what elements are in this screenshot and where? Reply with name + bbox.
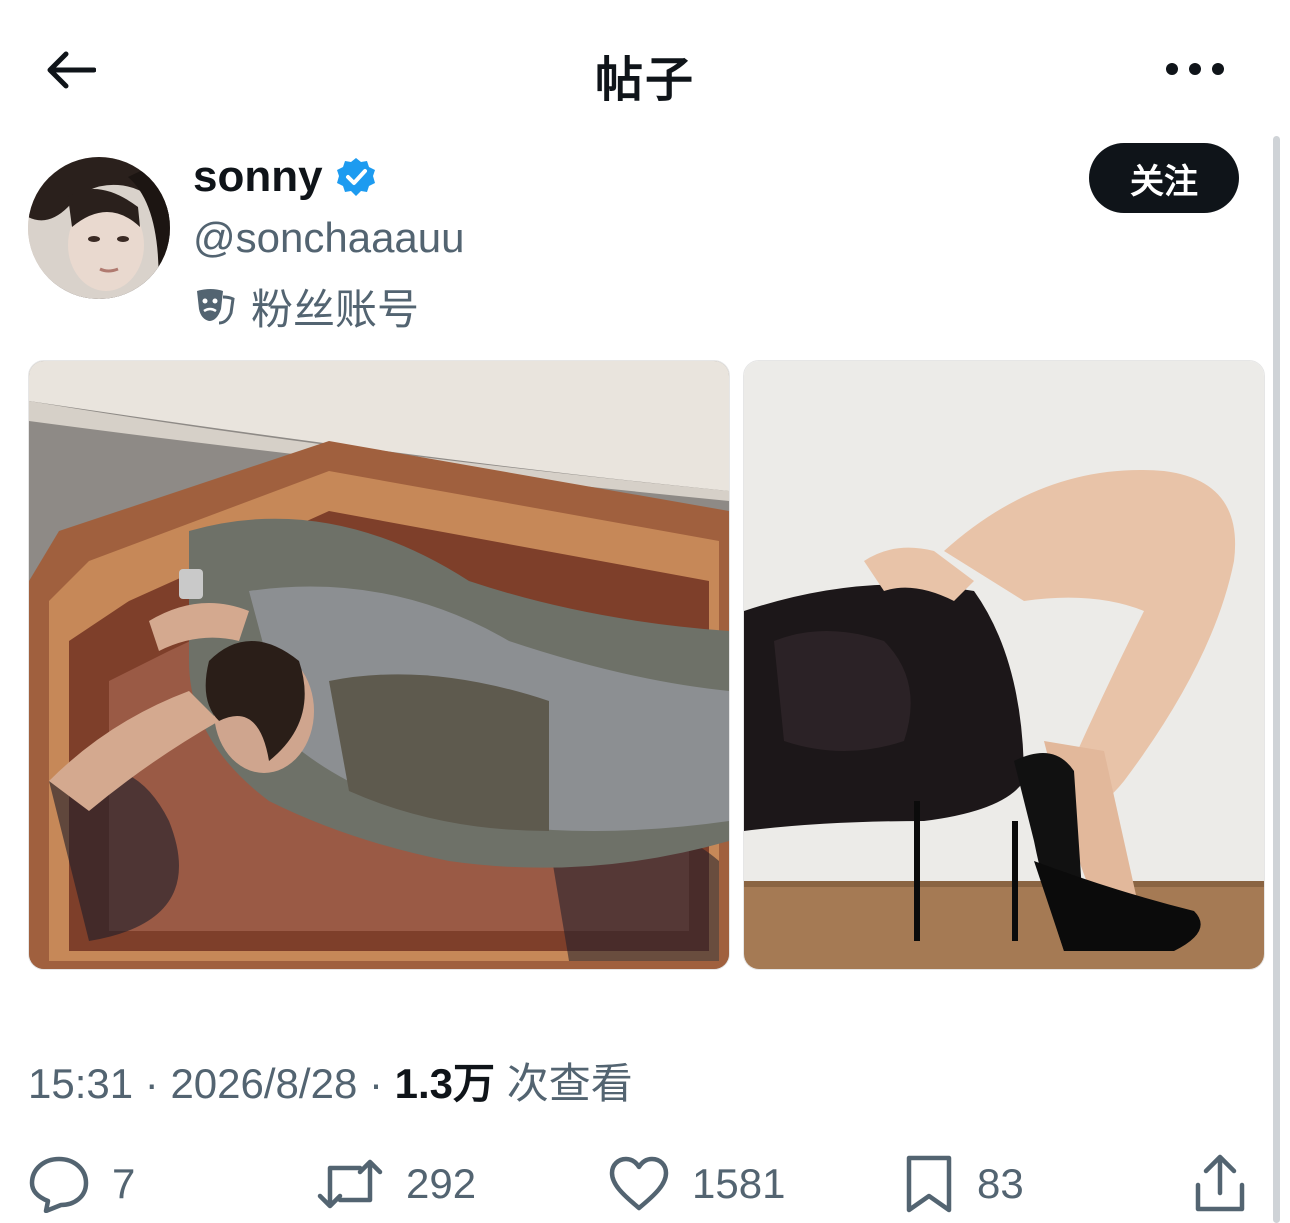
photo-lace-and-heels — [744, 361, 1264, 969]
retweet-icon — [317, 1159, 383, 1209]
author-handle[interactable]: @sonchaaauu — [193, 214, 465, 262]
author-name[interactable]: sonny — [193, 152, 377, 202]
post-date[interactable]: 2026/8/28 — [170, 1060, 357, 1107]
like-count: 1581 — [692, 1160, 786, 1207]
page-title: 帖子 — [594, 54, 695, 107]
top-bar: 帖子 — [0, 0, 1290, 140]
more-horizontal-icon — [1166, 63, 1224, 75]
scrollbar[interactable] — [1273, 136, 1280, 1223]
reply-count: 7 — [112, 1160, 136, 1207]
avatar-image — [28, 157, 170, 299]
author-name-text: sonny — [193, 152, 323, 201]
post-time[interactable]: 15:31 — [28, 1060, 133, 1107]
retweet-count: 292 — [406, 1160, 477, 1207]
meta-separator-1: · — [144, 1060, 159, 1107]
like-button[interactable]: 1581 — [608, 1148, 785, 1220]
share-icon — [1195, 1154, 1245, 1212]
meta-separator-2: · — [368, 1060, 383, 1107]
bookmark-count: 83 — [977, 1160, 1024, 1207]
views-count[interactable]: 1.3万 — [395, 1060, 495, 1107]
reply-button[interactable]: 7 — [28, 1148, 135, 1220]
account-type-text: 粉丝账号 — [251, 286, 420, 333]
more-button[interactable] — [1160, 44, 1230, 94]
heart-icon — [609, 1156, 669, 1211]
follow-button[interactable]: 关注 — [1089, 143, 1239, 213]
post-detail-page: 帖子 sonny @sonchaaauu 粉丝账号 关注 15:31 · 202… — [0, 0, 1290, 1223]
avatar[interactable] — [28, 157, 170, 299]
photo-man-on-rug — [29, 361, 729, 969]
theater-masks-icon — [197, 288, 235, 324]
reply-icon — [29, 1156, 89, 1213]
post-meta: 15:31 · 2026/8/28 · 1.3万 次查看 — [28, 1050, 633, 1111]
post-image-1[interactable] — [28, 360, 730, 970]
verified-badge-icon — [336, 158, 375, 196]
post-image-2[interactable] — [743, 360, 1265, 970]
share-button[interactable] — [1192, 1148, 1248, 1220]
views-label: 次查看 — [506, 1060, 633, 1107]
retweet-button[interactable]: 292 — [316, 1148, 476, 1220]
account-type-label: 粉丝账号 — [193, 276, 419, 337]
bookmark-icon — [906, 1155, 952, 1213]
bookmark-button[interactable]: 83 — [903, 1148, 1024, 1220]
